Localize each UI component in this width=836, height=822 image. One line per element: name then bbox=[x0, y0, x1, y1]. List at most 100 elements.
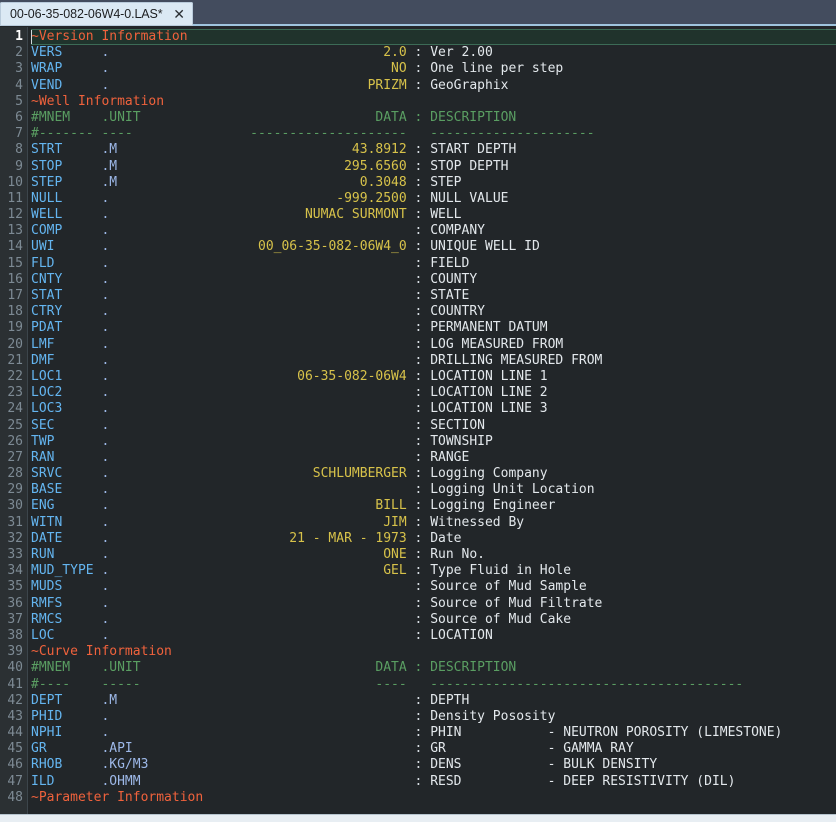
data-value: 00_06-35-082-06W4_0 bbox=[258, 239, 407, 254]
code-line[interactable]: WRAP . NO : One line per step bbox=[31, 61, 836, 77]
code-line[interactable]: VERS . 2.0 : Ver 2.00 bbox=[31, 45, 836, 61]
unit: .API bbox=[101, 741, 132, 756]
line-number: 12 bbox=[0, 207, 23, 223]
code-line[interactable]: WITN . JIM : Witnessed By bbox=[31, 515, 836, 531]
code-line[interactable]: LOC2 . : LOCATION LINE 2 bbox=[31, 385, 836, 401]
code-line[interactable]: #MNEM .UNIT DATA : DESCRIPTION bbox=[31, 660, 836, 676]
code-line[interactable]: CTRY . : COUNTRY bbox=[31, 304, 836, 320]
column-header: #MNEM .UNIT DATA : DESCRIPTION bbox=[31, 660, 516, 675]
code-line[interactable]: #---- ----- ---- -----------------------… bbox=[31, 677, 836, 693]
unit: .M bbox=[101, 159, 117, 174]
data-value: PRIZM bbox=[368, 78, 407, 93]
mnemonic: RMFS bbox=[31, 596, 101, 611]
code-line[interactable]: PHID . : Density Pososity bbox=[31, 709, 836, 725]
column-header: #MNEM .UNIT DATA : DESCRIPTION bbox=[31, 110, 516, 125]
line-number: 21 bbox=[0, 353, 23, 369]
code-line[interactable]: MUDS . : Source of Mud Sample bbox=[31, 579, 836, 595]
code-line[interactable]: BASE . : Logging Unit Location bbox=[31, 482, 836, 498]
code-line[interactable]: ~Well Information bbox=[31, 94, 836, 110]
mnemonic: STAT bbox=[31, 288, 101, 303]
line-number: 7 bbox=[0, 126, 23, 142]
description: Source of Mud Filtrate bbox=[430, 596, 602, 611]
code-line[interactable]: LOC1 . 06-35-082-06W4 : LOCATION LINE 1 bbox=[31, 369, 836, 385]
line-number: 28 bbox=[0, 466, 23, 482]
code-line[interactable]: ~Parameter Information bbox=[31, 790, 836, 806]
line-number: 45 bbox=[0, 741, 23, 757]
code-line[interactable]: PDAT . : PERMANENT DATUM bbox=[31, 320, 836, 336]
code-line[interactable]: VEND . PRIZM : GeoGraphix bbox=[31, 78, 836, 94]
code-line[interactable]: ~Version Information bbox=[31, 29, 836, 45]
code-line[interactable]: RMCS . : Source of Mud Cake bbox=[31, 612, 836, 628]
line-number: 13 bbox=[0, 223, 23, 239]
code-line[interactable]: STOP .M 295.6560 : STOP DEPTH bbox=[31, 159, 836, 175]
code-line[interactable]: COMP . : COMPANY bbox=[31, 223, 836, 239]
code-line[interactable]: CNTY . : COUNTY bbox=[31, 272, 836, 288]
code-line[interactable]: WELL . NUMAC SURMONT : WELL bbox=[31, 207, 836, 223]
description: STATE bbox=[430, 288, 469, 303]
line-number: 10 bbox=[0, 175, 23, 191]
section-header: ~Version Information bbox=[31, 29, 188, 44]
code-line[interactable]: NPHI . : PHIN - NEUTRON POROSITY (LIMEST… bbox=[31, 725, 836, 741]
mnemonic: GR bbox=[31, 741, 101, 756]
description: Source of Mud Cake bbox=[430, 612, 571, 627]
line-number: 37 bbox=[0, 612, 23, 628]
mnemonic: LOC3 bbox=[31, 401, 101, 416]
code-line[interactable]: RAN . : RANGE bbox=[31, 450, 836, 466]
code-line[interactable]: DEPT .M : DEPTH bbox=[31, 693, 836, 709]
line-number: 33 bbox=[0, 547, 23, 563]
code-line[interactable]: #------- ---- -------------------- -----… bbox=[31, 126, 836, 142]
code-line[interactable]: SEC . : SECTION bbox=[31, 418, 836, 434]
description: COMPANY bbox=[430, 223, 485, 238]
tab-bar: 00-06-35-082-06W4-0.LAS* ✕ bbox=[0, 0, 836, 26]
line-number: 23 bbox=[0, 385, 23, 401]
description: Density Pososity bbox=[430, 709, 555, 724]
code-line[interactable]: RHOB .KG/M3 : DENS - BULK DENSITY bbox=[31, 757, 836, 773]
code-line[interactable]: #MNEM .UNIT DATA : DESCRIPTION bbox=[31, 110, 836, 126]
data-value: 2.0 bbox=[383, 45, 406, 60]
mnemonic: SEC bbox=[31, 418, 101, 433]
code-line[interactable]: STAT . : STATE bbox=[31, 288, 836, 304]
line-number: 17 bbox=[0, 288, 23, 304]
data-value: NUMAC SURMONT bbox=[305, 207, 407, 222]
code-line[interactable]: MUD_TYPE . GEL : Type Fluid in Hole bbox=[31, 563, 836, 579]
tab-title: 00-06-35-082-06W4-0.LAS* bbox=[10, 7, 163, 21]
code-line[interactable]: ILD .OHMM : RESD - DEEP RESISTIVITY (DIL… bbox=[31, 774, 836, 790]
line-number: 3 bbox=[0, 61, 23, 77]
tab-las-file[interactable]: 00-06-35-082-06W4-0.LAS* ✕ bbox=[0, 2, 193, 26]
code-line[interactable]: LOC . : LOCATION bbox=[31, 628, 836, 644]
code-line[interactable]: STRT .M 43.8912 : START DEPTH bbox=[31, 142, 836, 158]
editor-area[interactable]: 1234567891011121314151617181920212223242… bbox=[0, 26, 836, 814]
code-content[interactable]: ~Version InformationVERS . 2.0 : Ver 2.0… bbox=[28, 27, 836, 814]
line-number: 8 bbox=[0, 142, 23, 158]
code-line[interactable]: SRVC . SCHLUMBERGER : Logging Company bbox=[31, 466, 836, 482]
code-line[interactable]: NULL . -999.2500 : NULL VALUE bbox=[31, 191, 836, 207]
mnemonic: CNTY bbox=[31, 272, 101, 287]
description: Logging Unit Location bbox=[430, 482, 594, 497]
mnemonic: CTRY bbox=[31, 304, 101, 319]
code-line[interactable]: DMF . : DRILLING MEASURED FROM bbox=[31, 353, 836, 369]
code-line[interactable]: GR .API : GR - GAMMA RAY bbox=[31, 741, 836, 757]
mnemonic: DMF bbox=[31, 353, 101, 368]
code-line[interactable]: DATE . 21 - MAR - 1973 : Date bbox=[31, 531, 836, 547]
code-line[interactable]: TWP . : TOWNSHIP bbox=[31, 434, 836, 450]
code-line[interactable]: RMFS . : Source of Mud Filtrate bbox=[31, 596, 836, 612]
mnemonic: LOC bbox=[31, 628, 101, 643]
description: LOCATION LINE 2 bbox=[430, 385, 547, 400]
close-icon[interactable]: ✕ bbox=[172, 7, 187, 22]
line-number: 39 bbox=[0, 644, 23, 660]
code-line[interactable]: ~Curve Information bbox=[31, 644, 836, 660]
section-header: ~Curve Information bbox=[31, 644, 172, 659]
description: WELL bbox=[430, 207, 461, 222]
mnemonic: NULL bbox=[31, 191, 101, 206]
mnemonic: PHID bbox=[31, 709, 101, 724]
code-line[interactable]: UWI . 00_06-35-082-06W4_0 : UNIQUE WELL … bbox=[31, 239, 836, 255]
code-line[interactable]: RUN . ONE : Run No. bbox=[31, 547, 836, 563]
code-line[interactable]: LOC3 . : LOCATION LINE 3 bbox=[31, 401, 836, 417]
data-value: 0.3048 bbox=[360, 175, 407, 190]
line-number: 48 bbox=[0, 790, 23, 806]
code-line[interactable]: STEP .M 0.3048 : STEP bbox=[31, 175, 836, 191]
code-line[interactable]: ENG . BILL : Logging Engineer bbox=[31, 498, 836, 514]
mnemonic: RAN bbox=[31, 450, 101, 465]
code-line[interactable]: LMF . : LOG MEASURED FROM bbox=[31, 337, 836, 353]
code-line[interactable]: FLD . : FIELD bbox=[31, 256, 836, 272]
